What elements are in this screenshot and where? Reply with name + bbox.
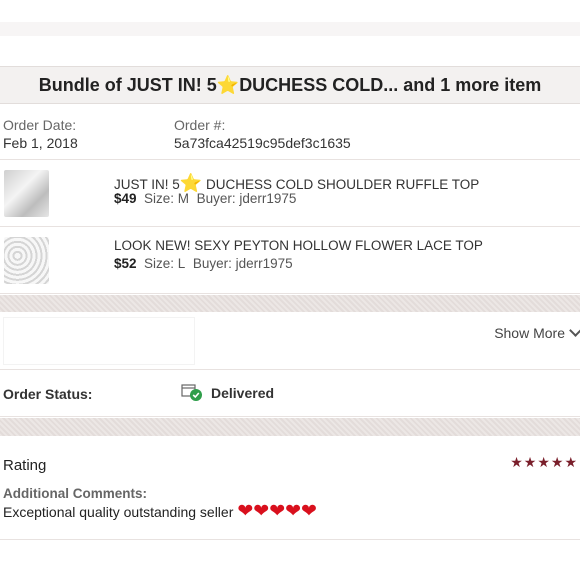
order-title-suffix: DUCHESS COLD... and 1 more item <box>239 74 542 95</box>
section-divider <box>0 295 580 312</box>
delivered-box-check-icon <box>181 384 202 401</box>
show-more-row: Show More <box>0 312 580 370</box>
item-meta: $52 Size: L Buyer: jderr1975 <box>114 256 293 271</box>
item-meta: $49 Size: M Buyer: jderr1975 <box>114 191 296 206</box>
order-status-row: Order Status: Delivered <box>0 371 580 417</box>
order-date-value: Feb 1, 2018 <box>3 135 78 151</box>
order-status-value: Delivered <box>211 385 275 401</box>
item-title-prefix: JUST IN! 5 <box>114 177 180 192</box>
item-title[interactable]: LOOK NEW! SEXY PEYTON HOLLOW FLOWER LACE… <box>114 238 483 253</box>
item-buyer: Buyer: jderr1975 <box>192 256 293 271</box>
show-more-button[interactable]: Show More <box>494 324 580 341</box>
order-date-label: Order Date: <box>3 117 77 133</box>
order-status-label: Order Status: <box>3 386 93 402</box>
item-thumbnail[interactable] <box>4 170 49 217</box>
order-info-section: Order Date: Feb 1, 2018 Order #: 5a73fca… <box>0 105 580 160</box>
additional-comments-label: Additional Comments: <box>3 486 147 501</box>
blank-panel <box>4 318 194 364</box>
rating-section: Rating ★★★★★ Additional Comments: Except… <box>0 436 580 540</box>
header-spacer <box>0 36 580 66</box>
item-price: $49 <box>114 191 137 206</box>
star-rating: ★★★★★ <box>510 454 578 470</box>
item-buyer: Buyer: jderr1975 <box>196 191 297 206</box>
star-emoji-icon: ⭐ <box>179 173 203 193</box>
item-size: Size: L <box>144 256 186 271</box>
comments-text: Exceptional quality outstanding seller <box>3 504 234 520</box>
item-size: Size: M <box>144 191 190 206</box>
top-band <box>0 22 580 36</box>
order-title-bar: Bundle of JUST IN! 5 ⭐ DUCHESS COLD... a… <box>0 66 580 104</box>
heart-icons: ❤❤❤❤❤ <box>237 501 317 522</box>
order-number-label: Order #: <box>174 117 226 133</box>
item-thumbnail[interactable] <box>4 237 49 284</box>
order-title-prefix: Bundle of JUST IN! 5 <box>38 74 217 95</box>
top-spacer <box>0 0 580 22</box>
item-title-suffix: DUCHESS COLD SHOULDER RUFFLE TOP <box>202 177 480 192</box>
order-number-value: 5a73fca42519c95def3c1635 <box>174 135 351 151</box>
show-more-label: Show More <box>494 325 565 341</box>
rating-label: Rating <box>3 457 47 474</box>
item-price: $52 <box>114 256 137 271</box>
star-emoji-icon: ⭐ <box>216 74 240 95</box>
chevron-down-icon <box>569 324 580 337</box>
additional-comments: Exceptional quality outstanding seller ❤… <box>3 501 317 522</box>
order-item-2[interactable]: LOOK NEW! SEXY PEYTON HOLLOW FLOWER LACE… <box>0 228 580 294</box>
order-item-1[interactable]: JUST IN! 5⭐ DUCHESS COLD SHOULDER RUFFLE… <box>0 161 580 227</box>
bottom-spacer <box>0 541 580 580</box>
section-divider <box>0 418 580 436</box>
